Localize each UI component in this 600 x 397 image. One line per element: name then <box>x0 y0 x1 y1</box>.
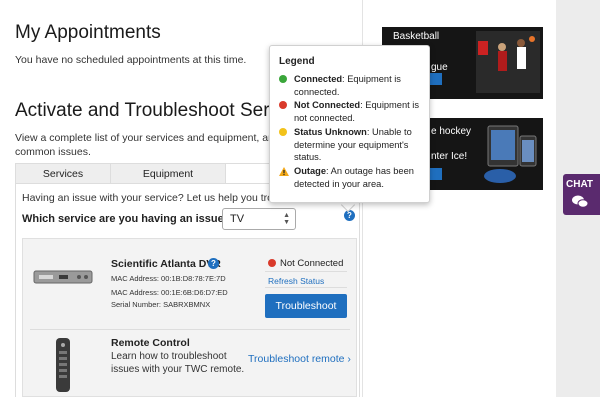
ad2-line2: nter Ice! <box>431 151 468 162</box>
troubleshoot-button[interactable]: Troubleshoot <box>265 294 347 318</box>
select-arrows-icon: ▲ ▼ <box>283 212 290 226</box>
remote-desc: Learn how to troubleshoot issues with yo… <box>111 351 245 375</box>
tab-services[interactable]: Services <box>16 164 111 183</box>
device-serial: Serial Number: SABRXBMNX <box>111 300 211 309</box>
dvr-image <box>33 270 93 284</box>
refresh-status-link[interactable]: Refresh Status <box>268 276 324 286</box>
not-connected-icon <box>268 259 276 267</box>
troubleshoot-remote-link[interactable]: Troubleshoot remote › <box>248 353 351 365</box>
legend-outage-label: Outage <box>294 166 327 176</box>
activate-desc-line2: common issues. <box>15 146 91 158</box>
basketball-players-image <box>476 31 540 93</box>
ad1-line1: Basketball <box>393 31 440 42</box>
remote-image <box>56 338 70 392</box>
service-question: Which service are you having an issue wi… <box>22 213 256 225</box>
yellow-dot-icon <box>279 128 287 136</box>
activate-desc-line1: View a complete list of your services an… <box>15 132 301 144</box>
issue-intro: Having an issue with your service? Let u… <box>22 192 304 204</box>
nba-logo <box>478 41 488 55</box>
legend-connected-label: Connected <box>294 74 343 84</box>
service-select[interactable]: TV ▲ ▼ <box>222 208 296 230</box>
legend-status-unknown-label: Status Unknown <box>294 127 367 137</box>
activate-title: Activate and Troubleshoot Service <box>15 100 304 121</box>
green-dot-icon <box>279 75 287 83</box>
warning-triangle-icon <box>279 167 289 176</box>
legend-tooltip: Legend Connected: Equipment is connected… <box>269 45 430 203</box>
appointments-title: My Appointments <box>15 22 161 43</box>
legend-title: Legend <box>279 56 315 67</box>
ad2-line1: e hockey <box>431 126 472 137</box>
device-mac2: MAC Address: 00:1E:6B:D6:D7:ED <box>111 288 228 297</box>
device-separator <box>30 329 350 330</box>
legend-not-connected-label: Not Connected <box>294 100 361 110</box>
troubleshoot-remote-label: Troubleshoot remote <box>248 353 345 365</box>
ad1-line2: gue <box>431 62 448 73</box>
remote-name: Remote Control <box>111 337 190 349</box>
chevron-right-icon: › <box>347 353 351 365</box>
device-name: Scientific Atlanta DVR <box>111 258 221 270</box>
chat-label: CHAT <box>566 179 594 190</box>
legend-status-unknown: Status Unknown: Unable to determine your… <box>279 126 427 164</box>
refresh-divider <box>265 287 347 288</box>
legend-outage: Outage: An outage has been detected in y… <box>279 165 427 190</box>
legend-help-icon[interactable]: ? <box>344 210 355 221</box>
center-ice-logo <box>484 169 516 183</box>
chat-button[interactable]: CHAT <box>563 174 600 215</box>
appointments-message: You have no scheduled appointments at th… <box>15 54 247 66</box>
device-status: Not Connected <box>268 258 343 269</box>
legend-not-connected: Not Connected: Equipment is not connecte… <box>279 99 427 124</box>
legend-connected: Connected: Equipment is connected. <box>279 73 427 98</box>
page: My Appointments You have no scheduled ap… <box>0 0 600 397</box>
device-mac1: MAC Address: 00:1B:D8:78:7E:7D <box>111 274 226 283</box>
chat-bubbles-icon <box>572 195 589 208</box>
hockey-devices-image <box>484 125 537 183</box>
device-status-label: Not Connected <box>280 258 344 269</box>
red-dot-icon <box>279 101 287 109</box>
tab-equipment[interactable]: Equipment <box>111 164 226 183</box>
service-select-value: TV <box>230 213 245 225</box>
status-divider <box>265 271 347 272</box>
device-help-icon[interactable]: ? <box>208 258 219 269</box>
